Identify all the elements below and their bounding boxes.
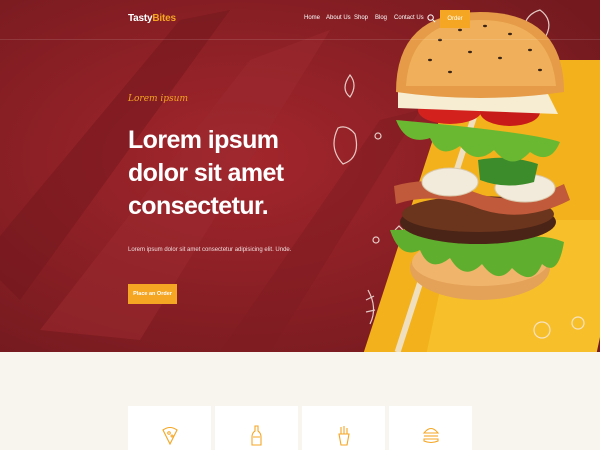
nav-about[interactable]: About Us xyxy=(326,15,354,21)
burger-icon xyxy=(422,427,439,444)
search-icon[interactable] xyxy=(427,14,436,23)
hero-headline: Lorem ipsum dolor sit amet consectetur. xyxy=(128,124,378,223)
feature-card-burger[interactable] xyxy=(389,406,472,450)
hero-description: Lorem ipsum dolor sit amet consectetur a… xyxy=(128,247,292,253)
nav-home[interactable]: Home xyxy=(304,15,326,21)
page: TastyBites Home About Us Shop Blog Conta… xyxy=(0,0,600,450)
headline-line-2: dolor sit amet xyxy=(128,159,284,187)
main-menu: Home About Us Shop Blog Contact Us xyxy=(304,15,430,21)
fries-icon xyxy=(337,426,350,446)
logo[interactable]: TastyBites xyxy=(128,13,176,24)
feature-card-pizza[interactable] xyxy=(128,406,211,450)
nav-contact[interactable]: Contact Us xyxy=(394,15,430,21)
feature-card-drinks[interactable] xyxy=(215,406,298,450)
burger-image xyxy=(390,12,570,300)
place-order-button[interactable]: Place an Order xyxy=(128,284,177,304)
nav-blog[interactable]: Blog xyxy=(375,15,394,21)
pizza-icon xyxy=(161,426,178,446)
headline-line-3: consectetur. xyxy=(128,192,269,220)
headline-line-1: Lorem ipsum xyxy=(128,126,279,154)
bottle-icon xyxy=(250,425,262,446)
order-button[interactable]: Order xyxy=(440,10,470,28)
garlic-doodle-icon xyxy=(344,74,355,98)
hero-section: TastyBites Home About Us Shop Blog Conta… xyxy=(0,0,600,352)
hero-tagline: Lorem ipsum xyxy=(128,94,189,104)
top-nav: TastyBites Home About Us Shop Blog Conta… xyxy=(0,0,600,40)
nav-shop[interactable]: Shop xyxy=(354,15,375,21)
logo-text-1: Tasty xyxy=(128,13,153,24)
feature-cards xyxy=(128,406,476,450)
logo-text-2: Bites xyxy=(152,13,176,24)
feature-card-fries[interactable] xyxy=(302,406,385,450)
